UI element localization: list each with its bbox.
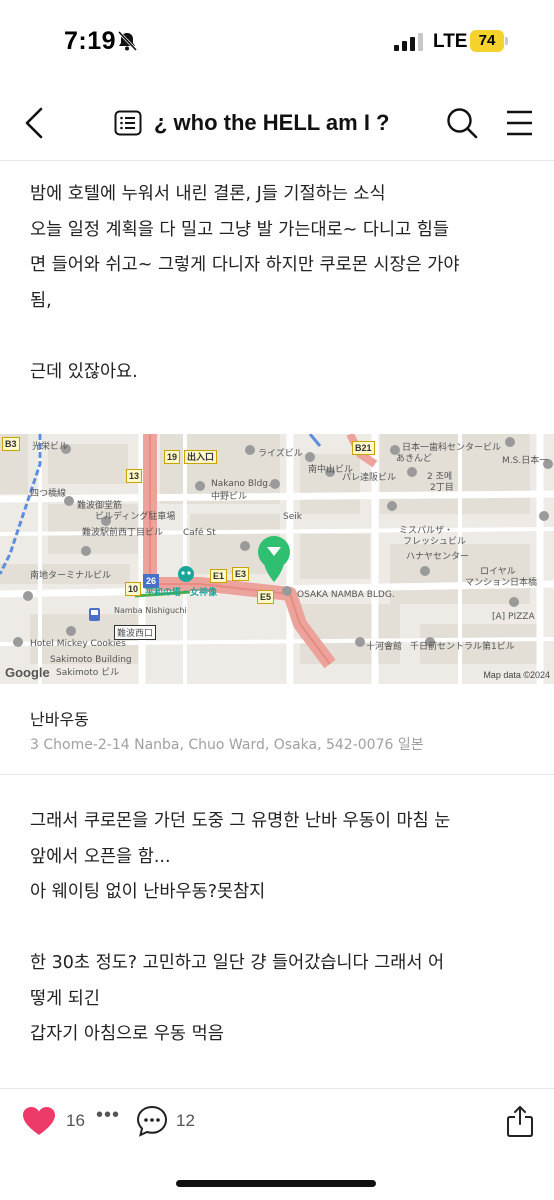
post-line: 그래서 쿠로몬을 가던 도중 그 유명한 난바 우동이 마침 눈 [30, 811, 451, 831]
google-logo: Google [5, 665, 50, 680]
status-time: 7:19 [64, 27, 117, 55]
search-icon[interactable] [446, 107, 478, 139]
post-paragraph-1: 밤에 호텔에 누워서 내린 결론, J들 기절하는 소식 오늘 일정 계획을 다… [30, 177, 530, 390]
map-label: Seik [283, 512, 302, 522]
menu-icon[interactable] [506, 109, 533, 137]
post-line: 밤에 호텔에 누워서 내린 결론, J들 기절하는 소식 [30, 184, 386, 204]
map-label: 四つ橋線 [30, 489, 67, 499]
post-line: 면 들어와 쉬고~ 그렇게 다니자 하지만 쿠로몬 시장은 가야 [30, 255, 460, 275]
map-label: Sakimoto ビル [56, 668, 120, 678]
map-label: マンション日本橋 [465, 578, 538, 588]
map-label: E5 [257, 590, 275, 604]
map-label: [A] PIZZA [492, 612, 535, 622]
map-view[interactable]: B3 光栄ビル B21 日本一歯科センタービル あきんど M.S.日本一 13 … [0, 434, 554, 684]
network-label: LTE [433, 31, 468, 52]
post-line: 근데 있잖아요. [30, 361, 138, 382]
map-label: あきんど [396, 454, 432, 464]
place-name[interactable]: 난바우동 [30, 706, 89, 730]
map-label: 千日前セントラル第1ビル [410, 642, 515, 652]
map-label: B21 [352, 441, 375, 455]
comment-count: 12 [176, 1111, 195, 1130]
blog-header: ¿ who the HELL am I ? [0, 95, 554, 153]
map-label: ライズビル [258, 449, 303, 459]
map-label: 平和の塔・女神像 [145, 588, 218, 598]
post-paragraph-2: 그래서 쿠로몬을 가던 도중 그 유명한 난바 우동이 마침 눈 앞에서 오픈을… [30, 804, 530, 1053]
map-label: Sakimoto Building [50, 655, 132, 665]
post-line: 갑자기 아침으로 우동 먹음 [30, 1024, 224, 1044]
map-label: ハナヤセンター [406, 552, 470, 562]
map-label: 難波西口 [114, 625, 157, 640]
map-label: パレ達阪ビル [342, 473, 397, 483]
status-bar: 7:19 LTE 74 [0, 0, 554, 86]
post-line: 됨, [30, 290, 52, 311]
post-line: 한 30초 정도? 고민하고 일단 걍 들어갔습니다 그래서 어 [30, 953, 445, 973]
signal-icon [394, 33, 423, 51]
header-divider [0, 160, 554, 161]
map-label: 十河會館 [366, 642, 403, 652]
bottom-divider [0, 1088, 554, 1089]
more-options-button[interactable]: ••• [96, 1104, 120, 1127]
map-label: 中野ビル [211, 492, 248, 502]
share-icon[interactable] [506, 1104, 534, 1138]
map-attribution: Map data ©2024 [483, 670, 550, 680]
post-line: 아 웨이팅 없이 난바우동?못참지 [30, 882, 266, 902]
map-label: E1 [210, 569, 228, 583]
map-label: OSAKA NAMBA BLDG. [297, 590, 395, 600]
place-divider [0, 774, 554, 775]
map-label: 難波駅前西丁目ビル [82, 528, 164, 538]
blog-title[interactable]: ¿ who the HELL am I ? [154, 110, 390, 136]
map-label: フレッシュビル [403, 537, 467, 547]
heart-icon[interactable] [22, 1106, 56, 1136]
action-bar: 16 ••• 12 [0, 1100, 554, 1146]
map-label: M.S.日本一 [502, 456, 549, 466]
post-line-blank [30, 911, 530, 947]
place-address: 3 Chome-2-14 Nanba, Chuo Ward, Osaka, 54… [30, 737, 424, 753]
battery-level: 74 [478, 32, 496, 49]
map-label: Café St [183, 528, 216, 538]
map-label: 19 [164, 450, 181, 464]
post-line: 앞에서 오픈을 함... [30, 846, 171, 867]
home-indicator[interactable] [176, 1180, 376, 1187]
post-line: 오늘 일정 계획을 다 밀고 그냥 발 가는대로~ 다니고 힘들 [30, 219, 449, 240]
map-label: ビルディング駐車場 [95, 512, 176, 522]
post-line: 떻게 되긴 [30, 988, 100, 1009]
battery-indicator: 74 [470, 30, 508, 52]
bell-slash-icon [117, 30, 138, 52]
map-label: Hotel Mickey Cookies [30, 639, 126, 649]
map-label: 南地ターミナルビル [30, 571, 112, 581]
list-icon[interactable] [114, 110, 142, 136]
map-label: 13 [126, 469, 143, 483]
post-line-blank [30, 319, 530, 355]
map-label: Nakano Bldg. [211, 479, 271, 489]
map-label: 光栄ビル [32, 442, 69, 452]
map-label: B3 [2, 437, 20, 451]
map-label: 出入口 [184, 450, 218, 464]
like-count: 16 [66, 1111, 85, 1130]
map-label: Namba Nishiguchi [114, 606, 187, 615]
map-label: E3 [232, 567, 250, 581]
map-label: 2丁目 [430, 483, 454, 493]
comment-icon[interactable] [136, 1105, 168, 1137]
map-label: 10 [125, 582, 142, 596]
back-arrow-icon[interactable] [22, 105, 46, 141]
